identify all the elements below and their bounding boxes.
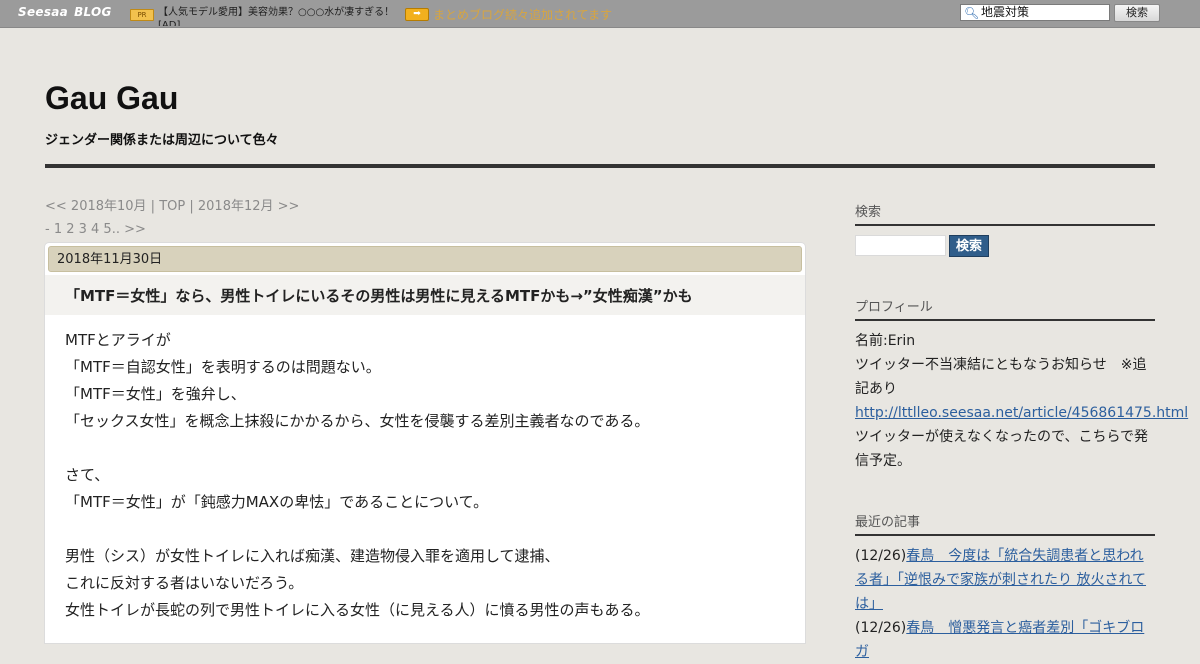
pr-badge: PR bbox=[130, 9, 154, 21]
article-line bbox=[65, 435, 785, 462]
arrow-right-icon: ➡ bbox=[405, 8, 429, 21]
article-title[interactable]: 「MTF＝女性」なら、男性トイレにいるその男性は男性に見えるMTFかも→”女性痴… bbox=[65, 285, 693, 306]
article-line: 「MTF＝自認女性」を表明するのは問題ない。 bbox=[65, 358, 381, 376]
article-body: MTFとアライが 「MTF＝自認女性」を表明するのは問題ない。 「MTF＝女性」… bbox=[65, 327, 785, 624]
top-search-input[interactable]: 🔍︎ 地震対策 bbox=[960, 4, 1110, 21]
list-item: (12/26)春鳥 今度は「統合失調患者と思われる者」「逆恨みで家族が刺されたり… bbox=[855, 544, 1155, 616]
article-date: 2018年11月30日 bbox=[48, 246, 802, 272]
profile-name: 名前:Erin bbox=[855, 333, 916, 349]
article-line bbox=[65, 516, 785, 543]
seesaa-top-bar: Seesaa BLOG PR 【人気モデル愛用】美容効果？○○○水が凄すぎる！[A… bbox=[0, 0, 1200, 28]
header-divider bbox=[45, 164, 1155, 168]
month-navigation: << 2018年10月 | TOP | 2018年12月 >> bbox=[45, 198, 299, 216]
sidebar-search-button[interactable]: 検索 bbox=[949, 235, 989, 257]
logo-seesaa: Seesaa bbox=[18, 5, 69, 19]
top-link[interactable]: TOP bbox=[159, 199, 185, 214]
page-navigation[interactable]: - 1 2 3 4 5.. >> bbox=[45, 221, 146, 239]
article-line: 男性（シス）が女性トイレに入れば痴漢、建造物侵入罪を適用して逮捕、 bbox=[65, 547, 560, 565]
sidebar-search-input[interactable] bbox=[855, 235, 946, 256]
recent-post-date: (12/26) bbox=[855, 620, 907, 636]
profile-link[interactable]: http://lttlleo.seesaa.net/article/456861… bbox=[855, 405, 1188, 421]
article-line: これに反対する者はいないだろう。 bbox=[65, 574, 304, 592]
sidebar-profile-heading: プロフィール bbox=[855, 296, 1155, 321]
profile-content: 名前:Erin ツイッター不当凍結にともなうお知らせ ※追記あり http://… bbox=[855, 329, 1188, 473]
next-month-link[interactable]: 2018年12月 >> bbox=[198, 199, 300, 214]
sidebar-search-heading: 検索 bbox=[855, 201, 1155, 226]
article-line: MTFとアライが bbox=[65, 331, 171, 349]
site-description: ジェンダー関係または周辺について色々 bbox=[45, 133, 279, 148]
article-line: 「MTF＝女性」が「鈍感力MAXの卑怯」であることについて。 bbox=[65, 493, 489, 511]
recent-posts-list: (12/26)春鳥 今度は「統合失調患者と思われる者」「逆恨みで家族が刺されたり… bbox=[855, 544, 1155, 664]
site-title[interactable]: Gau Gau bbox=[45, 80, 178, 117]
logo-blog: BLOG bbox=[74, 5, 112, 19]
seesaa-blog-logo[interactable]: Seesaa BLOG bbox=[18, 5, 112, 19]
nav-separator: | bbox=[185, 199, 198, 214]
search-icon: 🔍︎ bbox=[964, 6, 980, 20]
article-title-bar: 「MTF＝女性」なら、男性トイレにいるその男性は男性に見えるMTFかも→”女性痴… bbox=[45, 275, 805, 315]
matome-blog-link[interactable]: まとめブログ続々追加されてます bbox=[433, 6, 612, 23]
prev-month-link[interactable]: << 2018年10月 bbox=[45, 199, 147, 214]
recent-post-date: (12/26) bbox=[855, 548, 907, 564]
top-search-value: 地震対策 bbox=[981, 5, 1030, 19]
article-line: 「MTF＝女性」を強弁し、 bbox=[65, 385, 246, 403]
nav-separator: | bbox=[146, 199, 160, 214]
list-item: (12/26)春鳥 憎悪発言と癌者差別「ゴキブロガ bbox=[855, 616, 1155, 664]
sidebar-recent-heading: 最近の記事 bbox=[855, 511, 1155, 536]
article-line: 「セックス女性」を概念上抹殺にかかるから、女性を侵襲する差別主義者なのである。 bbox=[65, 412, 650, 430]
ad-link[interactable]: 【人気モデル愛用】美容効果？○○○水が凄すぎる！[AD] bbox=[158, 6, 398, 26]
article-line: さて、 bbox=[65, 466, 110, 484]
profile-notice: ツイッター不当凍結にともなうお知らせ ※追記あり bbox=[855, 357, 1147, 397]
profile-note: ツイッターが使えなくなったので、こちらで発信予定。 bbox=[855, 429, 1149, 469]
article: 2018年11月30日 「MTF＝女性」なら、男性トイレにいるその男性は男性に見… bbox=[45, 243, 805, 643]
top-search-button[interactable]: 検索 bbox=[1114, 4, 1160, 22]
article-line: 女性トイレが長蛇の列で男性トイレに入る女性（に見える人）に憤る男性の声もある。 bbox=[65, 601, 650, 619]
